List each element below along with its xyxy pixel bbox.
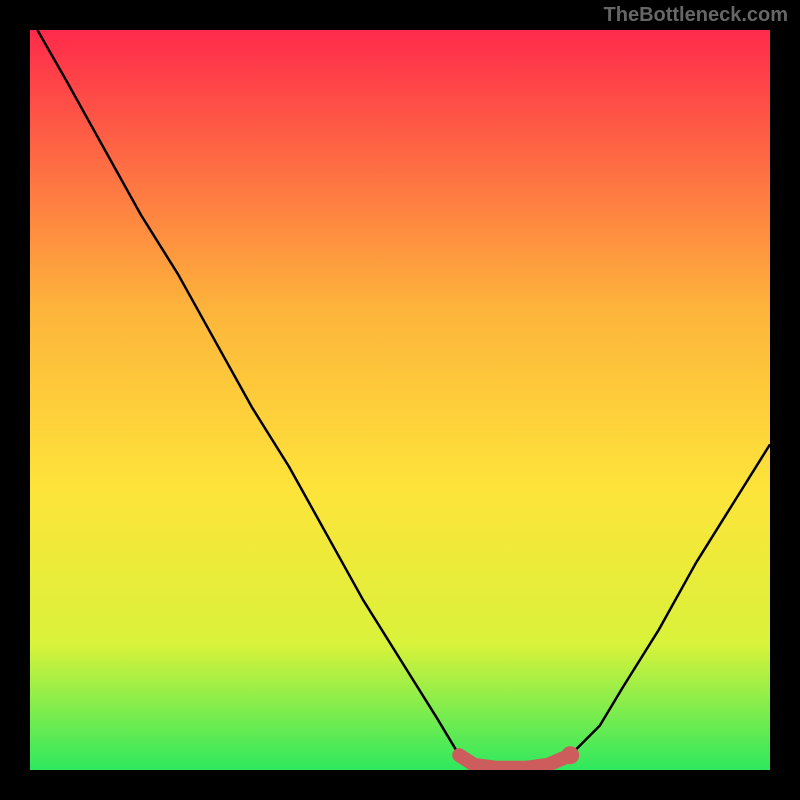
bottleneck-chart	[30, 30, 770, 770]
chart-container: TheBottleneck.com	[0, 0, 800, 800]
plot-area	[30, 30, 770, 770]
watermark-text: TheBottleneck.com	[604, 4, 788, 27]
